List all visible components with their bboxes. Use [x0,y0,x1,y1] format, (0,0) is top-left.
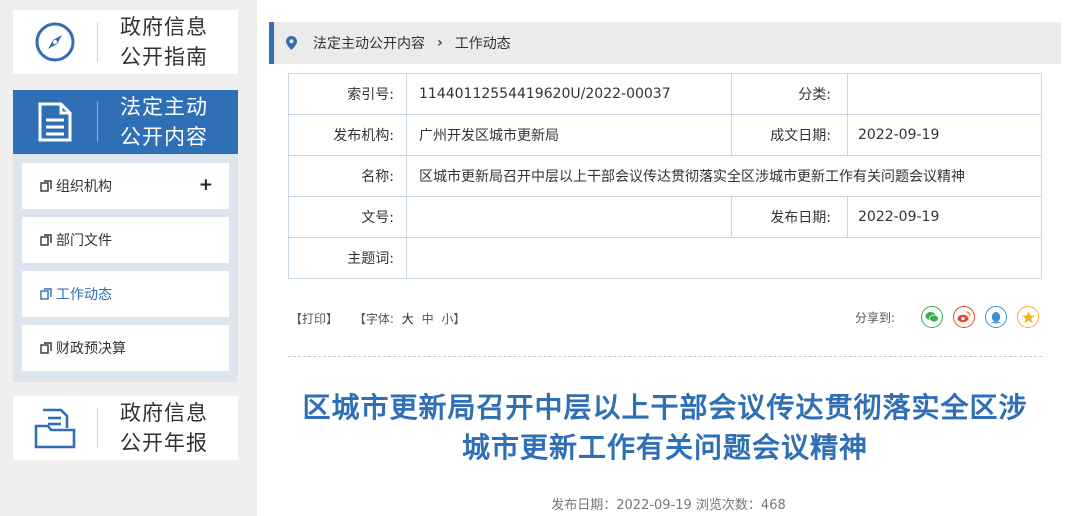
qq-icon[interactable] [985,306,1007,328]
table-row: 文号: 发布日期: 2022-09-19 [288,196,1042,238]
publisher-value: 广州开发区城市更新局 [406,114,732,156]
font-medium-link[interactable]: 中 [422,312,434,326]
annual-report-block[interactable]: 政府信息 公开年报 [13,396,238,460]
font-size-label: 【字体: [353,312,394,326]
breadcrumb: 法定主动公开内容 › 工作动态 [269,22,1061,64]
share-label: 分享到: [854,310,895,325]
weibo-icon[interactable] [953,306,975,328]
print-link[interactable]: 【打印】 [290,312,338,326]
sidebar-item-work-news[interactable]: 工作动态 [22,271,229,317]
sidebar: 政府信息 公开指南 法定主动 公开内容 组织机构 + 部门文件 工作动态 财政预… [0,0,250,516]
guide-block[interactable]: 政府信息 公开指南 [13,10,238,74]
breadcrumb-level1[interactable]: 法定主动公开内容 [313,33,425,53]
keywords-value [406,237,1042,279]
breadcrumb-level2[interactable]: 工作动态 [455,33,511,53]
sidebar-item-label: 部门文件 [56,233,112,249]
name-value: 区城市更新局召开中层以上干部会议传达贯彻落实全区涉城市更新工作有关问题会议精神 [406,155,1042,197]
sidebar-item-label: 工作动态 [56,287,112,303]
share-bar: 分享到: [855,306,1039,328]
table-row: 主题词: [288,237,1042,279]
sidebar-item-label: 财政预决算 [56,341,126,357]
sidebar-item-budget[interactable]: 财政预决算 [22,325,229,371]
divider [288,356,1042,357]
sub-menu: 组织机构 + 部门文件 工作动态 财政预决算 [13,154,238,382]
guide-label: 政府信息 公开指南 [120,15,208,69]
category-value [847,73,1042,115]
index-label: 索引号: [288,73,407,115]
sidebar-item-label: 组织机构 [56,179,112,195]
sidebar-item-dept-docs[interactable]: 部门文件 [22,217,229,263]
document-icon [13,90,97,154]
folder-icon [13,396,97,460]
publisher-label: 发布机构: [288,114,407,156]
file-icon [40,342,52,354]
font-small-link[interactable]: 小】 [441,312,465,326]
file-icon [40,234,52,246]
keywords-label: 主题词: [288,237,407,279]
compass-icon [13,10,97,74]
doc-date-value: 2022-09-19 [847,114,1042,156]
file-icon [40,288,52,300]
pub-date-value: 2022-09-19 [847,196,1042,238]
name-label: 名称: [288,155,407,197]
sidebar-item-org[interactable]: 组织机构 + [22,163,229,209]
docno-value [406,196,732,238]
location-pin-icon [286,36,297,50]
table-row: 发布机构: 广州开发区城市更新局 成文日期: 2022-09-19 [288,114,1042,156]
article-meta: 发布日期：2022-09-19 浏览次数：468 [551,498,786,513]
article-title: 区城市更新局召开中层以上干部会议传达贯彻落实全区涉 城市更新工作有关问题会议精神 [302,391,1028,464]
docno-label: 文号: [288,196,407,238]
font-large-link[interactable]: 大 [402,312,414,326]
pub-date-label: 发布日期: [731,196,848,238]
statutory-label: 法定主动 公开内容 [120,95,208,149]
doc-date-label: 成文日期: [731,114,848,156]
chevron-right-icon: › [437,35,443,51]
index-value: 11440112554419620U/2022-00037 [406,73,732,115]
table-row: 名称: 区城市更新局召开中层以上干部会议传达贯彻落实全区涉城市更新工作有关问题会… [288,155,1042,197]
toolbar: 【打印】 【字体: 大 中 小】 [290,310,469,327]
qzone-icon[interactable] [1017,306,1039,328]
file-icon [40,180,52,192]
expand-icon[interactable]: + [199,175,213,195]
wechat-icon[interactable] [921,306,943,328]
statutory-block[interactable]: 法定主动 公开内容 [13,90,238,154]
info-table: 索引号: 11440112554419620U/2022-00037 分类: 发… [288,73,1042,279]
category-label: 分类: [731,73,848,115]
annual-report-label: 政府信息 公开年报 [120,401,208,455]
table-row: 索引号: 11440112554419620U/2022-00037 分类: [288,73,1042,115]
main-content: 法定主动公开内容 › 工作动态 索引号: 11440112554419620U/… [257,0,1080,516]
